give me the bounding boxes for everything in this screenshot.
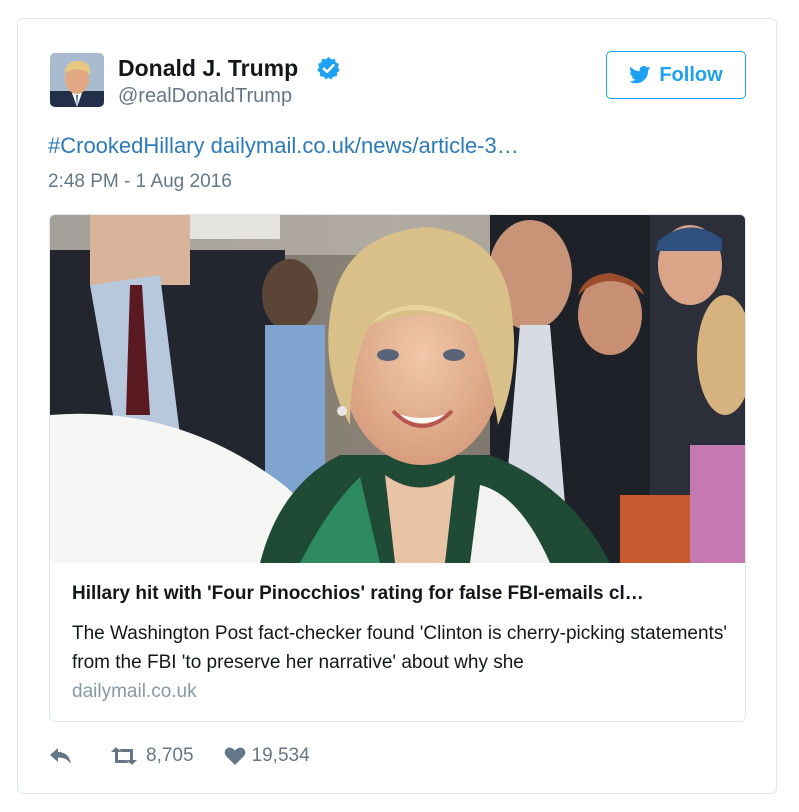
like-button[interactable]: 19,534 [224, 745, 310, 767]
reply-icon [50, 748, 71, 764]
tweet-card: Donald J. Trump @realDonaldTrump Follow … [17, 18, 777, 794]
display-name[interactable]: Donald J. Trump [118, 55, 298, 82]
card-domain: dailymail.co.uk [72, 681, 197, 702]
timestamp[interactable]: 2:48 PM - 1 Aug 2016 [48, 171, 232, 193]
heart-icon [224, 747, 245, 765]
follow-label: Follow [659, 63, 723, 86]
link-preview-card[interactable]: Hillary hit with 'Four Pinocchios' ratin… [49, 214, 746, 722]
tweet-actions: 8,705 19,534 [48, 741, 310, 771]
retweet-count: 8,705 [146, 745, 194, 766]
user-avatar[interactable] [50, 53, 104, 107]
retweet-icon [111, 747, 137, 765]
verified-badge-icon [317, 57, 340, 80]
card-image [50, 215, 745, 563]
screen-name[interactable]: @realDonaldTrump [118, 85, 292, 108]
retweet-button[interactable]: 8,705 [108, 745, 194, 767]
reply-button[interactable] [48, 746, 74, 766]
news-photo [50, 215, 745, 563]
card-description: The Washington Post fact-checker found '… [72, 623, 727, 673]
hashtag-link[interactable]: #CrookedHillary [48, 133, 205, 158]
card-title: Hillary hit with 'Four Pinocchios' ratin… [72, 583, 644, 604]
follow-button[interactable]: Follow [606, 51, 746, 99]
tweet-text: #CrookedHillary dailymail.co.uk/news/art… [48, 133, 519, 159]
bird-icon [629, 66, 651, 84]
article-url-link[interactable]: dailymail.co.uk/news/article-3… [211, 133, 519, 158]
like-count: 19,534 [251, 745, 310, 766]
avatar-image [50, 53, 104, 107]
